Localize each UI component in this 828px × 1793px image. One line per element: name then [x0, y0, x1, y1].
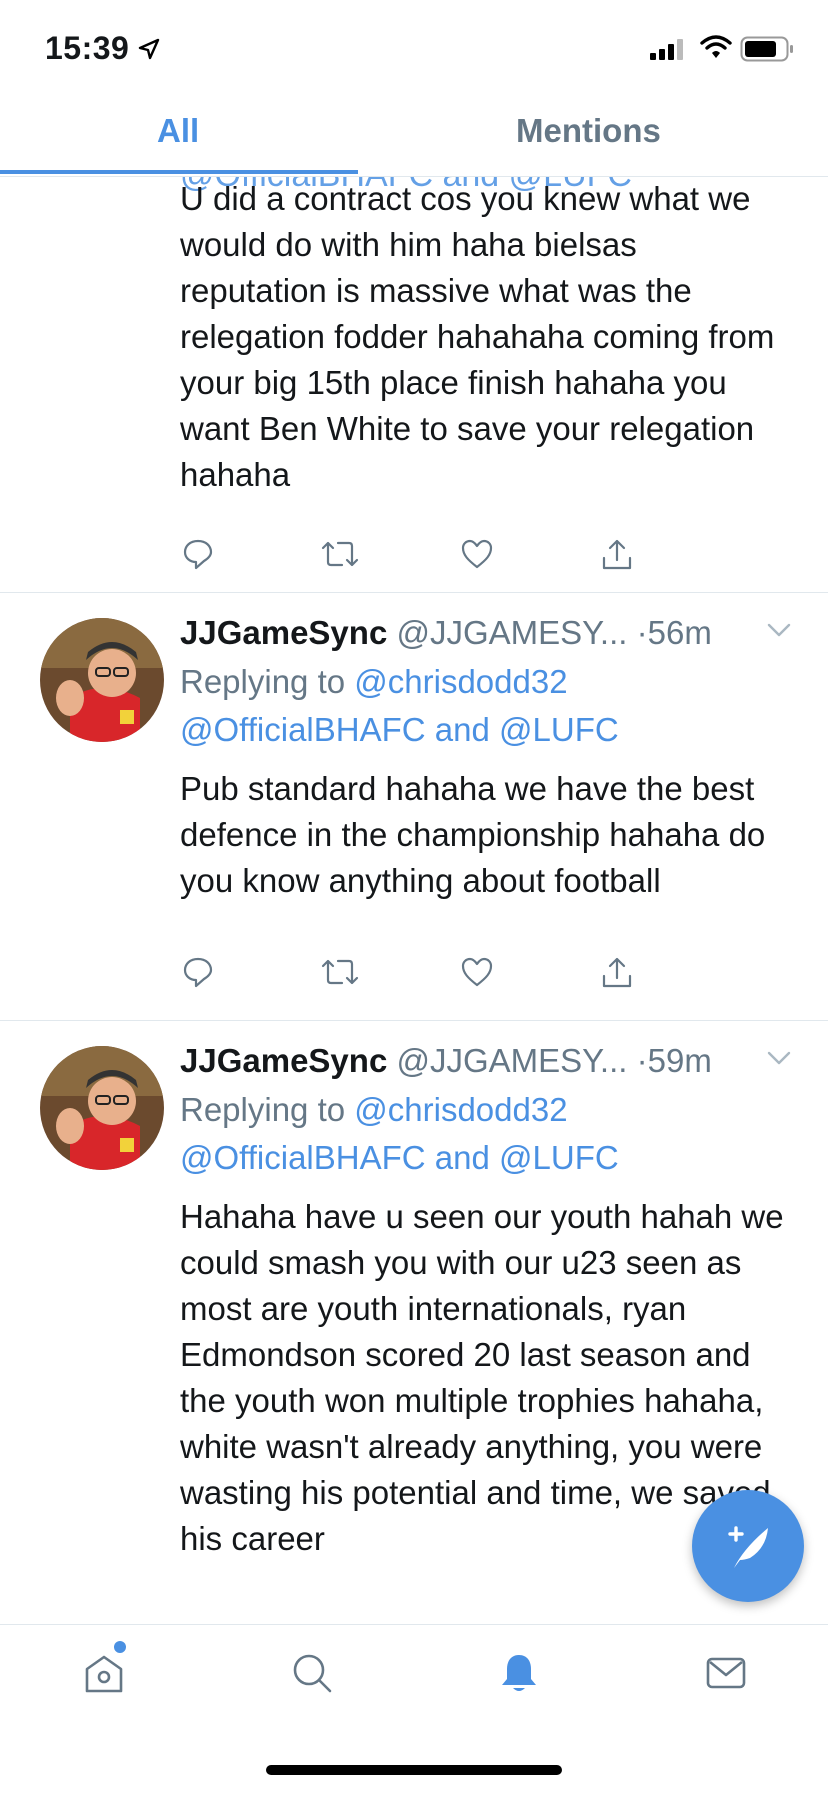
reply-icon[interactable] [182, 538, 214, 570]
wifi-icon [700, 35, 732, 58]
share-icon[interactable] [600, 956, 634, 990]
like-icon[interactable] [460, 956, 494, 988]
location-arrow-icon [138, 38, 160, 60]
tweet-header: JJGameSync @JJGAMESY... ·56m [180, 614, 712, 652]
cellular-signal-icon [650, 39, 683, 60]
mention-link[interactable]: @chrisdodd32 [354, 663, 567, 700]
tweet-time: 59m [647, 1042, 712, 1079]
tweet-text: U did a contract cos you knew what we wo… [180, 180, 775, 493]
mention-link[interactable]: @OfficialBHAFC [180, 1139, 426, 1176]
mention-link[interactable]: @OfficialBHAFC [180, 711, 426, 748]
bottom-tab-bar [0, 1624, 828, 1793]
tweet[interactable]: JJGameSync @JJGAMESY... ·56m Replying to… [0, 592, 828, 1021]
home-indicator [266, 1765, 562, 1775]
tweet[interactable]: U did a contract cos you knew what we wo… [0, 176, 828, 593]
notifications-tabs: All Mentions [0, 96, 828, 177]
author-name[interactable]: JJGameSync [180, 614, 387, 651]
tweet-actions [180, 956, 700, 996]
replying-to: Replying to @chrisdodd32 @OfficialBHAFC … [180, 658, 619, 754]
home-icon[interactable] [82, 1651, 126, 1695]
messages-icon[interactable] [704, 1651, 748, 1695]
profile-photo [40, 1046, 164, 1170]
avatar[interactable] [40, 1046, 164, 1170]
retweet-icon[interactable] [320, 538, 360, 570]
tab-mentions[interactable]: Mentions [516, 112, 661, 150]
active-tab-indicator [0, 170, 358, 174]
author-handle[interactable]: @JJGAMESY... [396, 614, 627, 651]
compose-feather-icon [728, 1526, 768, 1568]
chevron-down-icon[interactable] [766, 622, 792, 638]
compose-tweet-button[interactable] [692, 1490, 804, 1602]
home-unread-dot [114, 1641, 126, 1653]
like-icon[interactable] [460, 538, 494, 570]
chevron-down-icon[interactable] [766, 1050, 792, 1066]
separator-dot: · [636, 1042, 648, 1079]
tweet-actions [180, 538, 700, 578]
author-name[interactable]: JJGameSync [180, 1042, 387, 1079]
battery-icon [740, 36, 793, 62]
tweet-time: 56m [647, 614, 712, 651]
tab-all[interactable]: All [157, 112, 199, 150]
replying-to-label: Replying to [180, 663, 346, 700]
mention-link[interactable]: @LUFC [499, 1139, 619, 1176]
separator-dot: · [636, 614, 648, 651]
share-icon[interactable] [600, 538, 634, 572]
notifications-feed[interactable]: @OfficialBHAFC and @LUFC U did a contrac… [0, 176, 828, 1628]
reply-and: and [434, 711, 490, 748]
avatar[interactable] [40, 618, 164, 742]
replying-to-label: Replying to [180, 1091, 346, 1128]
tweet-text: Hahaha have u seen our youth hahah we co… [180, 1198, 784, 1557]
profile-photo [40, 618, 164, 742]
status-time: 15:39 [45, 30, 130, 66]
reply-and: and [434, 1139, 490, 1176]
tweet-text: Pub standard hahaha we have the best def… [180, 770, 766, 899]
replying-to: Replying to @chrisdodd32 @OfficialBHAFC … [180, 1086, 619, 1182]
mention-link[interactable]: @chrisdodd32 [354, 1091, 567, 1128]
status-bar: 15:39 [0, 0, 828, 96]
mention-link[interactable]: @LUFC [499, 711, 619, 748]
notifications-icon[interactable] [497, 1651, 541, 1695]
reply-icon[interactable] [182, 956, 214, 988]
search-icon[interactable] [290, 1651, 334, 1695]
tweet-header: JJGameSync @JJGAMESY... ·59m [180, 1042, 712, 1080]
retweet-icon[interactable] [320, 956, 360, 988]
author-handle[interactable]: @JJGAMESY... [396, 1042, 627, 1079]
